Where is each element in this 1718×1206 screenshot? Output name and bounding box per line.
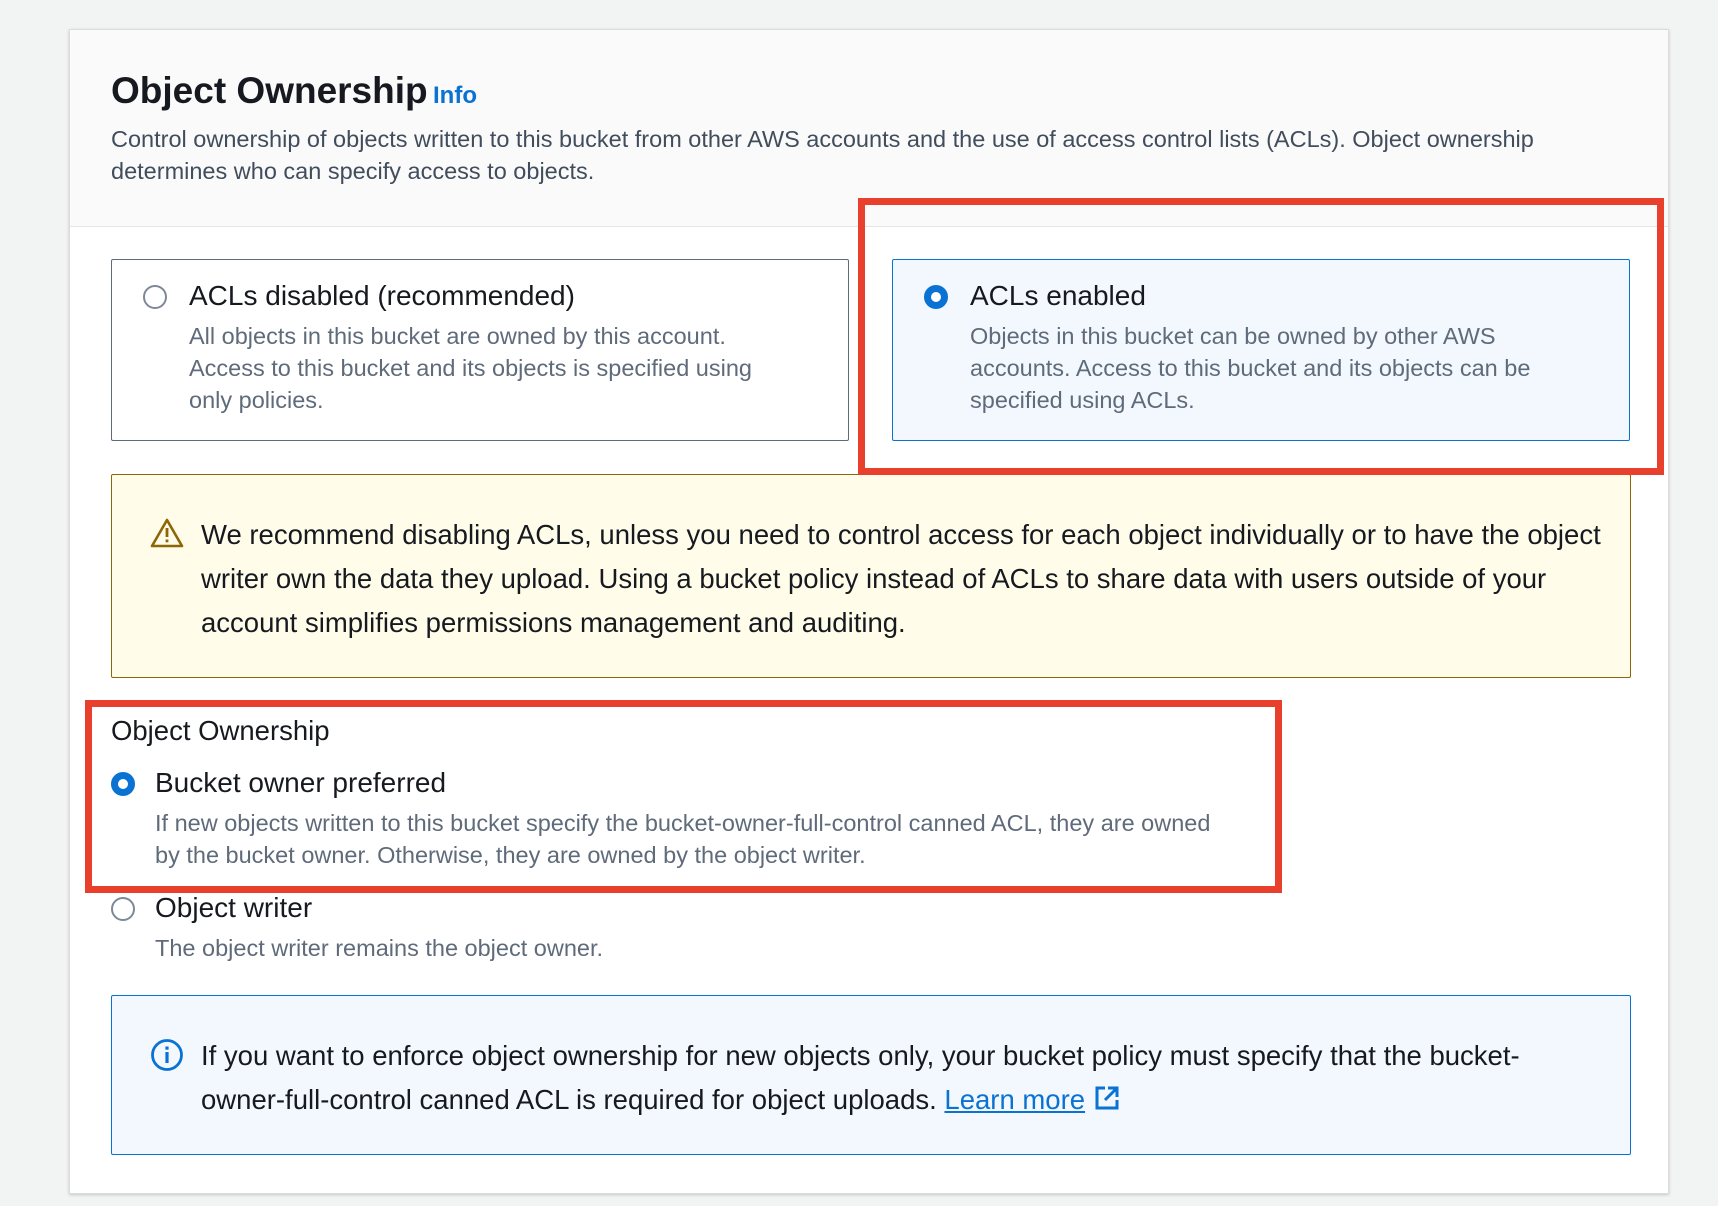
- external-link-icon[interactable]: [1093, 1081, 1121, 1125]
- tile-acls-disabled[interactable]: ACLs disabled (recommended) All objects …: [111, 259, 849, 441]
- radio-bucket-owner-preferred[interactable]: [111, 772, 135, 796]
- info-alert: If you want to enforce object ownership …: [111, 995, 1631, 1155]
- radio-acls-enabled[interactable]: [924, 285, 948, 309]
- radio-object-writer[interactable]: [111, 897, 135, 921]
- object-ownership-panel: Object Ownership Info Control ownership …: [69, 29, 1669, 1194]
- option-description: The object writer remains the object own…: [155, 935, 604, 961]
- info-text: If you want to enforce object ownership …: [201, 1034, 1601, 1125]
- tile-description: Objects in this bucket can be owned by o…: [970, 323, 1531, 413]
- ownership-field-label: Object Ownership: [111, 715, 330, 746]
- warning-icon: [150, 517, 184, 561]
- option-label[interactable]: Object writer: [155, 892, 312, 924]
- option-description: If new objects written to this bucket sp…: [155, 810, 1211, 868]
- panel-header: Object Ownership Info Control ownership …: [70, 30, 1668, 227]
- tile-label: ACLs disabled (recommended): [189, 280, 575, 311]
- tile-acls-enabled[interactable]: ACLs enabled Objects in this bucket can …: [892, 259, 1630, 441]
- learn-more-label[interactable]: Learn more: [944, 1084, 1085, 1115]
- info-link[interactable]: Info: [433, 82, 477, 110]
- info-message: If you want to enforce object ownership …: [201, 1040, 1520, 1115]
- warning-alert: We recommend disabling ACLs, unless you …: [111, 474, 1631, 678]
- info-icon: [150, 1038, 184, 1085]
- warning-text: We recommend disabling ACLs, unless you …: [201, 519, 1601, 638]
- learn-more-link[interactable]: Learn more: [944, 1084, 1121, 1115]
- radio-acls-disabled[interactable]: [143, 285, 167, 309]
- section-description: Control ownership of objects written to …: [111, 126, 1534, 184]
- section-title: Object Ownership: [111, 70, 428, 111]
- option-label[interactable]: Bucket owner preferred: [155, 767, 446, 799]
- tile-description: All objects in this bucket are owned by …: [189, 323, 752, 413]
- tile-label: ACLs enabled: [970, 280, 1146, 311]
